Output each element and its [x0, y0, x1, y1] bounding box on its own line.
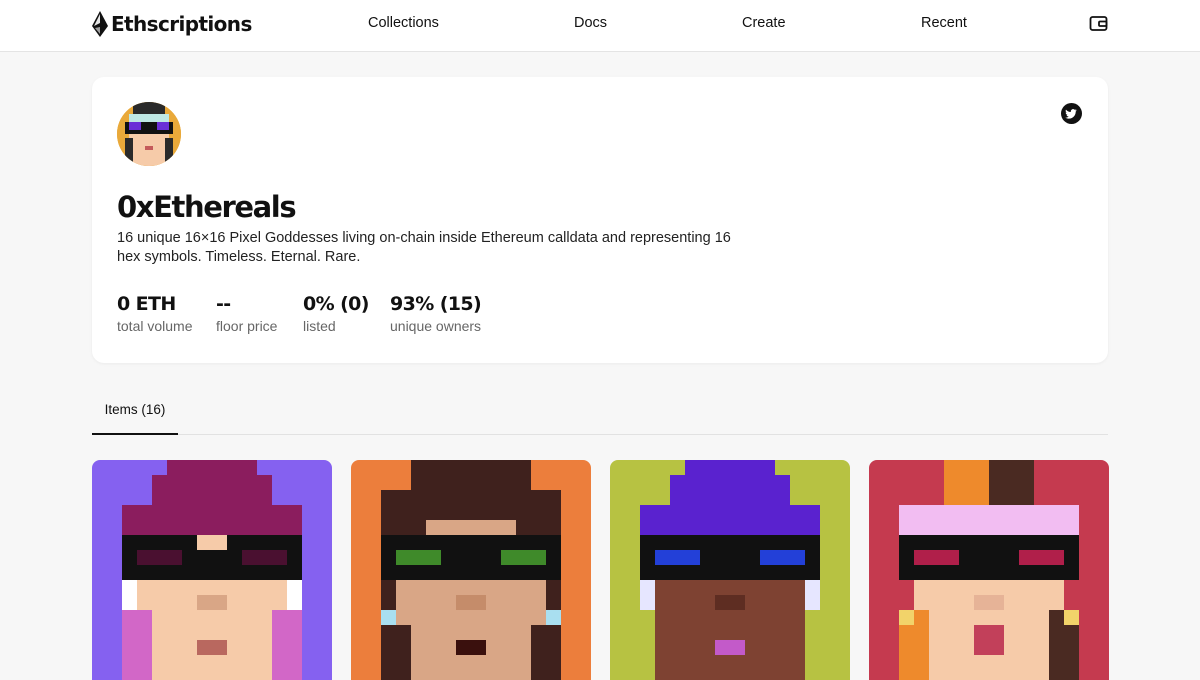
item-card-3[interactable]: [610, 460, 850, 680]
nav-link-docs[interactable]: Docs: [574, 15, 607, 31]
item-card-1[interactable]: [92, 460, 332, 680]
brand-logo[interactable]: Ethscriptions: [91, 11, 252, 37]
item-card-4[interactable]: [869, 460, 1109, 680]
item-image: [610, 460, 850, 680]
item-image: [92, 460, 332, 680]
wallet-icon[interactable]: [1089, 14, 1108, 33]
stat-listed: 0% (0) listed: [303, 293, 369, 334]
collection-description: 16 unique 16×16 Pixel Goddesses living o…: [117, 230, 731, 265]
stat-floor-price: -- floor price: [216, 293, 277, 334]
top-navigation: Ethscriptions Collections Docs Create Re…: [0, 0, 1200, 52]
stat-label: total volume: [117, 318, 193, 334]
stat-unique-owners: 93% (15) unique owners: [390, 293, 482, 334]
stat-value: 0 ETH: [117, 293, 176, 315]
stat-label: floor price: [216, 318, 278, 334]
nav-link-create[interactable]: Create: [742, 15, 786, 31]
collection-card: 0xEthereals 16 unique 16×16 Pixel Goddes…: [92, 77, 1108, 363]
collection-title: 0xEthereals: [117, 190, 297, 224]
stat-label: listed: [303, 318, 336, 334]
nav-link-collections[interactable]: Collections: [368, 15, 439, 31]
item-image: [351, 460, 591, 680]
stat-label: unique owners: [390, 318, 482, 334]
nav-link-recent[interactable]: Recent: [921, 15, 967, 31]
stat-value: --: [216, 293, 231, 315]
ethscriptions-logo-icon: [92, 11, 108, 37]
collection-avatar: [117, 102, 181, 166]
item-card-2[interactable]: [351, 460, 591, 680]
tab-bar: Items (16): [92, 393, 1108, 435]
item-image: [869, 460, 1109, 680]
stat-value: 0% (0): [303, 293, 369, 315]
stat-value: 93% (15): [390, 293, 482, 315]
twitter-icon[interactable]: [1061, 103, 1082, 124]
brand-name: Ethscriptions: [111, 12, 252, 36]
stat-total-volume: 0 ETH total volume: [117, 293, 192, 334]
tab-items[interactable]: Items (16): [92, 393, 178, 435]
